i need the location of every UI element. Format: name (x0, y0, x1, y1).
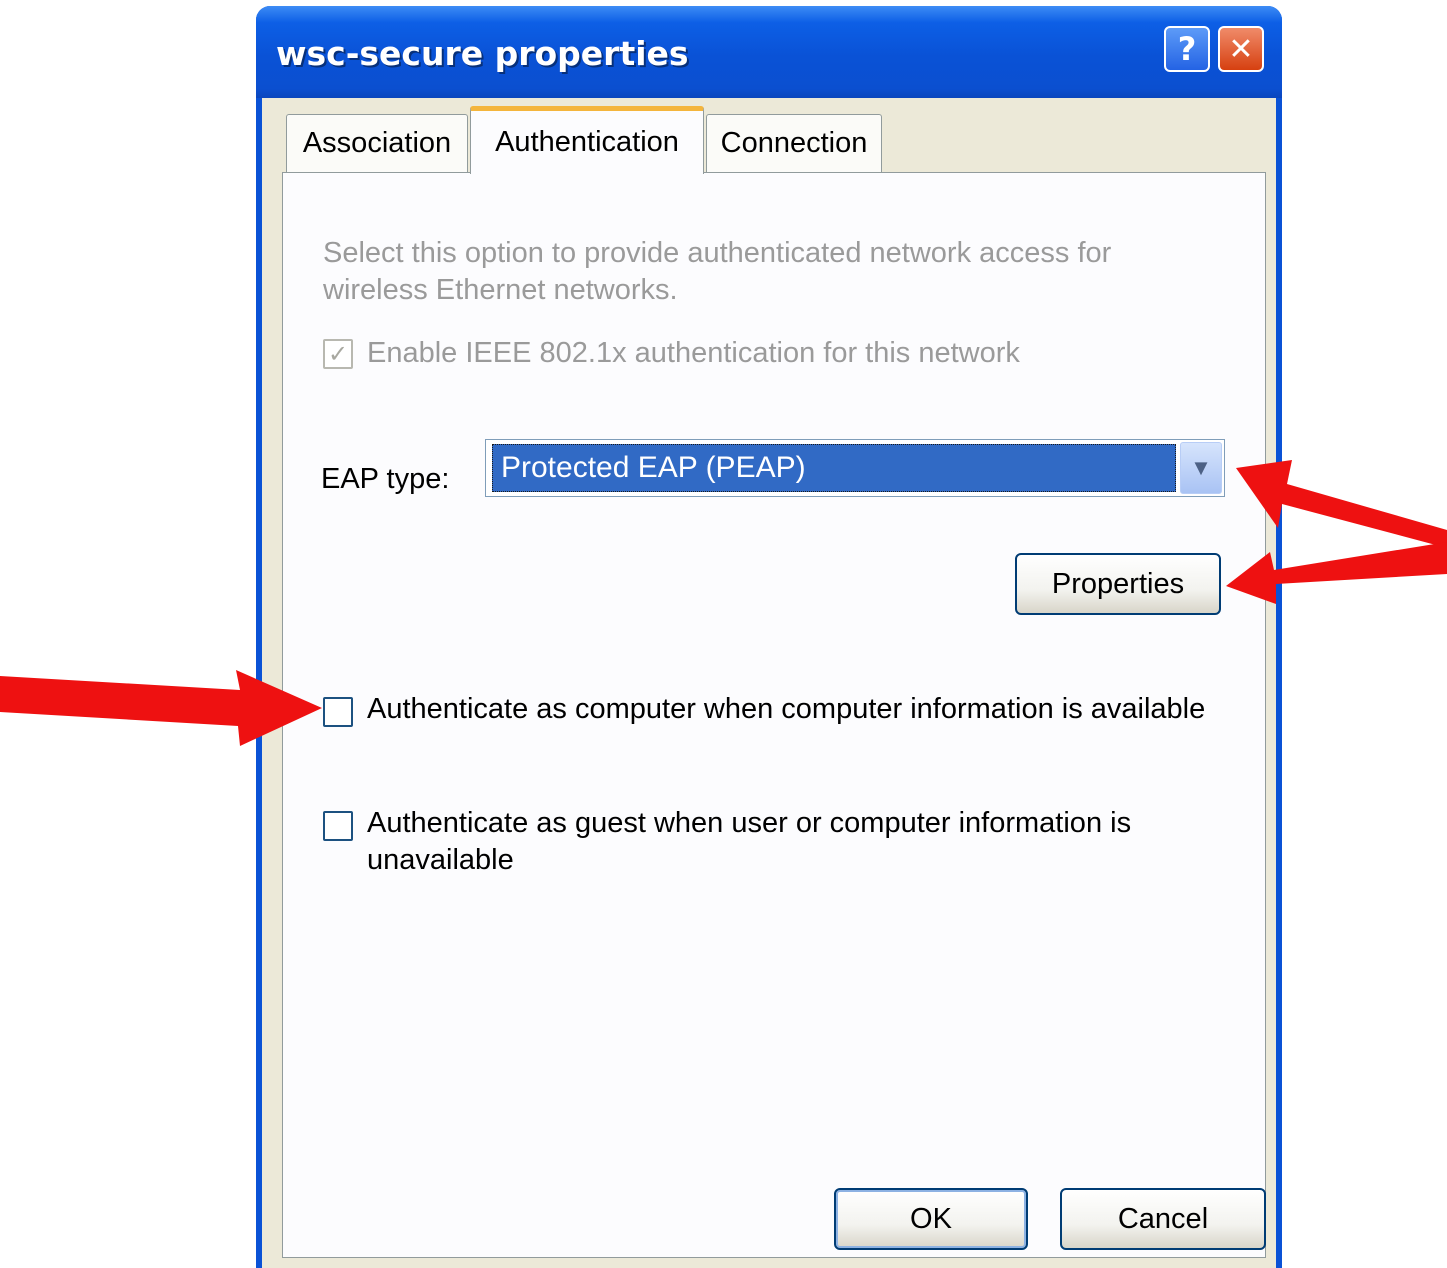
tab-authentication-label: Authentication (495, 126, 679, 158)
annotation-overlay (0, 460, 1447, 746)
arrow-to-auth-computer-checkbox-icon (0, 670, 322, 746)
tab-authentication[interactable]: Authentication (470, 106, 704, 174)
arrow-to-eap-type-icon (1236, 460, 1447, 548)
arrow-to-properties-button-icon (1226, 542, 1447, 604)
